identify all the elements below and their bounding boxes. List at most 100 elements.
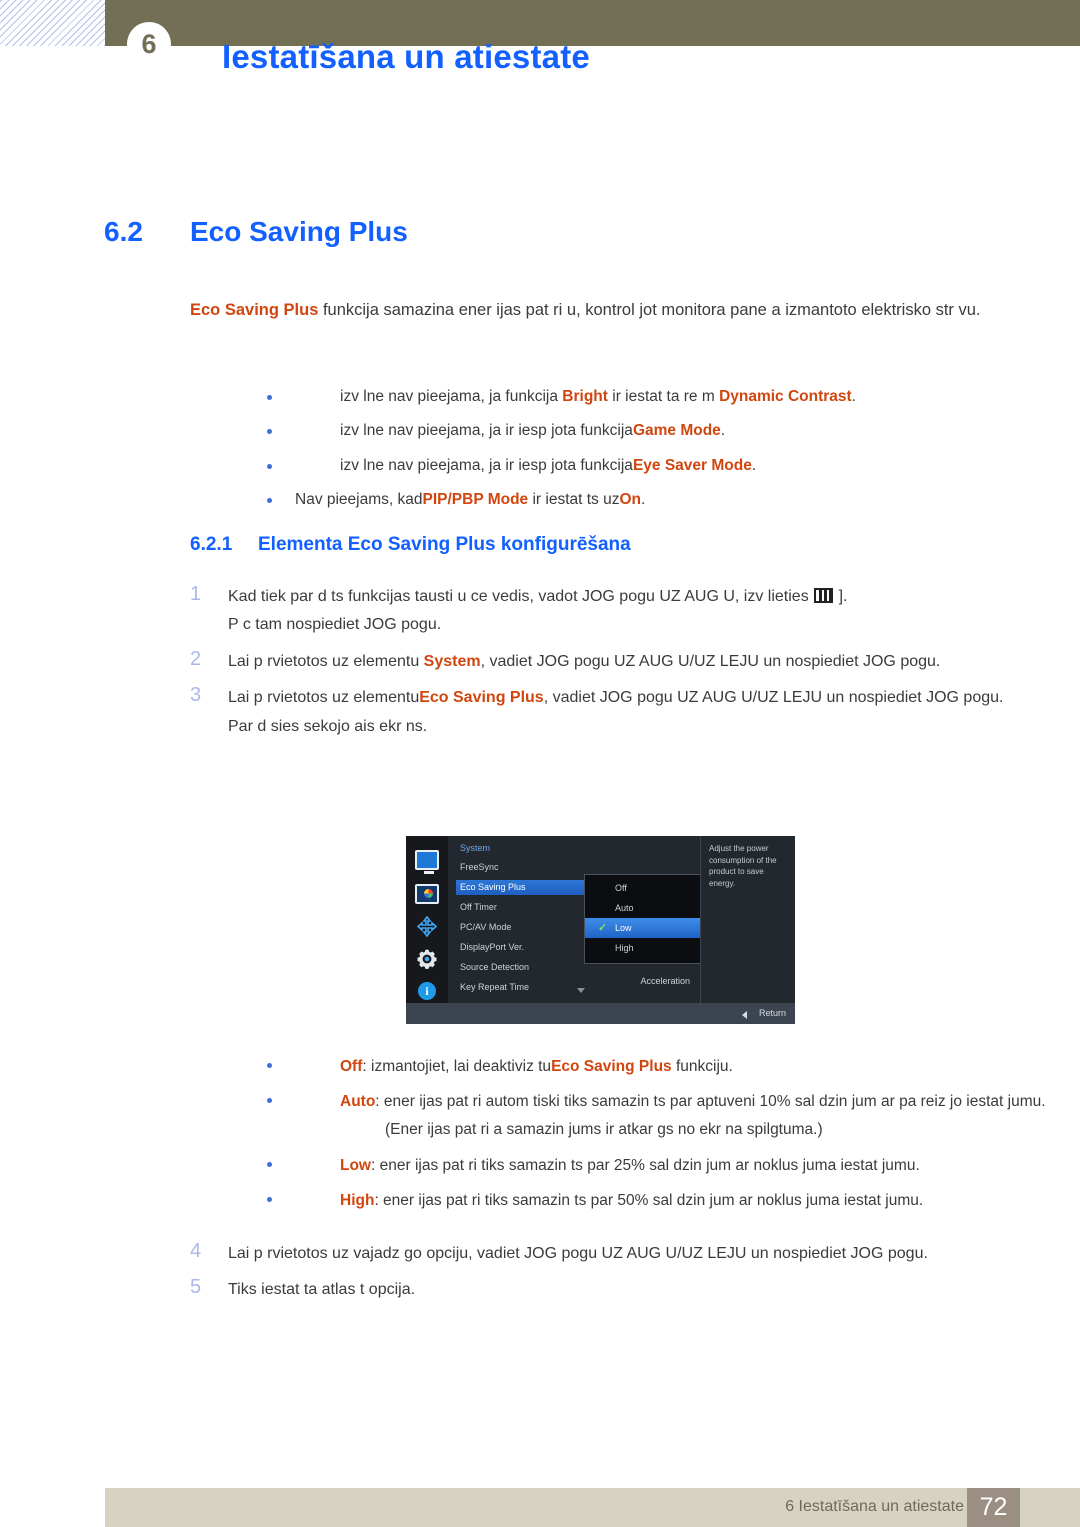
option-term-high: High [340, 1192, 375, 1210]
note-term-bright: Bright [562, 387, 608, 405]
step-term-eco-saving-plus: Eco Saving Plus [419, 689, 544, 707]
step-3: 3 Lai p rvietotos uz elementuEco Saving … [190, 684, 1035, 741]
note-mid: ir iestat ta re m [607, 387, 720, 405]
osd-item-freesync[interactable]: FreeSync [456, 860, 580, 875]
list-item: High: ener ijas pat ri tiks samazin ts p… [267, 1190, 1080, 1212]
note-post: . [851, 387, 857, 405]
step-text-post: , vadiet JOG pogu UZ AUG U/UZ LEJU un no… [480, 652, 941, 670]
option-post: funkciju. [671, 1057, 733, 1075]
list-item: Off: izmantojiet, lai deaktiviz tuEco Sa… [267, 1056, 1080, 1078]
note-mid: ir iestat ts uz [528, 491, 620, 509]
step-number: 5 [190, 1276, 202, 1299]
check-icon: ✓ [598, 922, 608, 934]
option-bullet-list: Off: izmantojiet, lai deaktiviz tuEco Sa… [255, 1056, 1080, 1226]
option-term-eco-saving-plus: Eco Saving Plus [551, 1057, 672, 1075]
step-number: 2 [190, 647, 202, 670]
subsection-number: 6.2.1 [190, 534, 233, 555]
page-header-title: Iestatīšana un atiestate [222, 38, 590, 75]
step-text: Lai p rvietotos uz elementu System, vadi… [228, 648, 1035, 676]
note-post: . [751, 456, 757, 474]
subsection-title: Elementa Eco Saving Plus konfigurēšana [258, 534, 631, 555]
list-item: Nav pieejams, kadPIP/PBP Mode ir iestat … [267, 491, 1075, 510]
osd-item-displayport-ver[interactable]: DisplayPort Ver. [456, 940, 580, 955]
note-term-pip-pbp-mode: PIP/PBP Mode [422, 491, 529, 509]
step-4: 4 Lai p rvietotos uz vajadz go opciju, v… [190, 1240, 1050, 1268]
osd-scroll-down-icon[interactable] [577, 988, 585, 993]
pip-arrows-icon[interactable] [415, 916, 439, 938]
step-term-system: System [423, 652, 481, 670]
step-text: Lai p rvietotos uz vajadz go opciju, vad… [228, 1245, 928, 1262]
monitor-icon[interactable] [415, 850, 439, 874]
step-text: Lai p rvietotos uz elementuEco Saving Pl… [228, 684, 1035, 741]
footer-chapter-label: 6 Iestatīšana un atiestate [785, 1498, 964, 1515]
option-pre: : ener ijas pat ri autom tiski tiks sama… [375, 1092, 1046, 1110]
osd-help-panel: Adjust the power consumption of the prod… [700, 836, 795, 1003]
osd-submenu-panel: Off Auto ✓ Low High [584, 874, 710, 964]
osd-submenu-low-label: Low [615, 923, 632, 933]
step-text-line2: P c tam nospiediet JOG pogu. [228, 616, 442, 634]
note-term-game-mode: Game Mode [632, 422, 721, 440]
step-number: 1 [190, 583, 202, 605]
note-pre: Nav pieejams, kad [295, 491, 423, 509]
osd-menu-panel: System FreeSync Eco Saving Plus Off Time… [448, 836, 710, 1003]
footer-page-number: 72 [967, 1488, 1020, 1527]
step-text-pre: Lai p rvietotos uz elementu [228, 652, 424, 670]
note-pre: izv lne nav pieejama, ja funkcija [340, 387, 563, 405]
note-post: . [720, 422, 726, 440]
step-5: 5 Tiks iestat ta atlas t opcija. [190, 1276, 1050, 1304]
note-pre: izv lne nav pieejama, ja ir iesp jota fu… [340, 456, 633, 474]
procedure-steps-continued: 4 Lai p rvietotos uz vajadz go opciju, v… [190, 1240, 1050, 1313]
intro-paragraph: Eco Saving Plus funkcija samazina ener i… [190, 296, 1028, 324]
list-item: Auto: ener ijas pat ri autom tiski tiks … [267, 1091, 1080, 1142]
osd-icon-rail: i [406, 836, 448, 1003]
return-arrow-icon [742, 1011, 747, 1019]
list-item: izv lne nav pieejama, ja funkcija Bright… [267, 387, 1075, 407]
option-pre: : izmantojiet, lai deaktiviz tu [362, 1057, 552, 1075]
step-text: Tiks iestat ta atlas t opcija. [228, 1281, 416, 1299]
osd-item-eco-saving-plus[interactable]: Eco Saving Plus [456, 880, 588, 895]
list-item: izv lne nav pieejama, ja ir iesp jota fu… [267, 456, 1075, 476]
option-pre: : ener ijas pat ri tiks samazin ts par 2… [371, 1156, 920, 1174]
step-text-extra: Par d sies sekojo ais ekr ns. [228, 717, 428, 735]
info-icon[interactable]: i [418, 982, 436, 1000]
osd-item-source-detection[interactable]: Source Detection [456, 960, 580, 975]
step-1: 1 Kad tiek par d ts funkcijas tausti u c… [190, 583, 1035, 640]
osd-item-pc-av-mode[interactable]: PC/AV Mode [456, 920, 580, 935]
intro-term: Eco Saving Plus [190, 301, 319, 319]
osd-footer-bar: Return [406, 1003, 795, 1024]
note-term-dynamic-contrast: Dynamic Contrast [719, 387, 852, 405]
step-text-post: , vadiet JOG pogu UZ AUG U/UZ LEJU un no… [543, 689, 1004, 707]
list-item: izv lne nav pieejama, ja ir iesp jota fu… [267, 422, 1075, 441]
gear-icon[interactable] [415, 948, 439, 970]
note-post: . [641, 491, 646, 509]
section-number: 6.2 [104, 216, 143, 247]
osd-help-text: Adjust the power consumption of the prod… [709, 844, 777, 888]
step-number: 3 [190, 684, 202, 707]
note-pre: izv lne nav pieejama, ja ir iesp jota fu… [340, 422, 633, 440]
decorative-hatch-pattern [0, 0, 105, 46]
note-term-eye-saver-mode: Eye Saver Mode [632, 456, 752, 474]
step-text-part: Kad tiek par d ts funkcijas tausti u ce … [228, 588, 814, 605]
option-pre: : ener ijas pat ri tiks samazin ts par 5… [374, 1192, 924, 1210]
osd-submenu-auto[interactable]: Auto [585, 898, 709, 918]
list-item: Low: ener ijas pat ri tiks samazin ts pa… [267, 1155, 1080, 1177]
section-title: Eco Saving Plus [190, 216, 408, 247]
osd-item-key-repeat-time[interactable]: Key Repeat Time [456, 980, 580, 995]
step-text-part: ]. [834, 588, 848, 605]
option-term-auto: Auto [340, 1092, 376, 1110]
option-note: (Ener ijas pat ri a samazin jums ir atka… [385, 1121, 823, 1139]
picture-color-icon[interactable] [415, 884, 439, 904]
step-text-pre: Lai p rvietotos uz elementu [228, 689, 420, 707]
intro-rest: funkcija samazina ener ijas pat ri u, ko… [318, 301, 981, 319]
option-term-low: Low [340, 1156, 371, 1174]
osd-submenu-off[interactable]: Off [585, 878, 709, 898]
osd-item-off-timer[interactable]: Off Timer [456, 900, 580, 915]
osd-return-label[interactable]: Return [759, 1008, 786, 1018]
osd-submenu-high[interactable]: High [585, 938, 709, 958]
option-term-off: Off [340, 1057, 363, 1075]
procedure-steps: 1 Kad tiek par d ts funkcijas tausti u c… [190, 583, 1035, 749]
osd-submenu-low[interactable]: ✓ Low [585, 918, 709, 938]
osd-screenshot: i System FreeSync Eco Saving Plus Off Ti… [406, 836, 795, 1024]
note-bullet-list: izv lne nav pieejama, ja funkcija Bright… [255, 388, 1075, 526]
chapter-number-badge: 6 [127, 22, 171, 66]
